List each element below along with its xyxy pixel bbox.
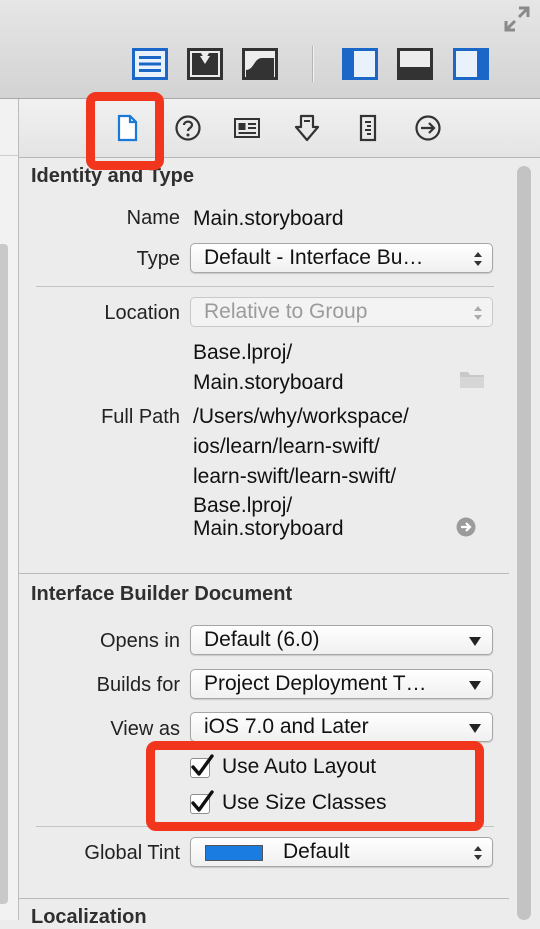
view-as-value: iOS 7.0 and Later (204, 715, 369, 738)
inspector-scrollbar[interactable] (514, 160, 534, 920)
updown-arrows-icon (474, 252, 482, 266)
identity-divider (36, 286, 494, 287)
section-divider (19, 573, 509, 574)
identity-inspector-icon[interactable] (233, 114, 261, 142)
location-popup[interactable]: Relative to Group (190, 297, 493, 327)
full-path-line-3: learn-swift/learn-swift/ (193, 465, 397, 488)
navigator-toggle-icon[interactable] (342, 48, 378, 80)
editor-edge-divider (0, 155, 18, 156)
builds-for-label: Builds for (96, 674, 180, 696)
editor-edge (0, 99, 19, 920)
builds-for-value: Project Deployment T… (204, 672, 427, 695)
quick-help-icon[interactable] (174, 114, 202, 142)
global-tint-popup[interactable]: Default (190, 837, 493, 867)
global-tint-label: Global Tint (84, 842, 180, 864)
reveal-arrow-icon[interactable] (456, 517, 476, 537)
chevron-down-icon (469, 681, 481, 690)
toolbar-separator (312, 46, 313, 82)
editor-scrollbar[interactable] (0, 244, 8, 904)
ib-document-section-title: Interface Builder Document (31, 583, 293, 605)
checkbox-highlight (146, 741, 484, 831)
location-path-line-1: Base.lproj/ (193, 341, 293, 364)
version-editor-icon[interactable] (242, 48, 278, 80)
type-value: Default - Interface Bu… (204, 246, 424, 269)
fullscreen-icon[interactable] (502, 4, 532, 34)
size-inspector-icon[interactable] (354, 114, 382, 142)
updown-arrows-icon (474, 306, 482, 320)
view-as-label: View as (110, 718, 180, 740)
connections-inspector-icon[interactable] (414, 114, 442, 142)
full-path-line-2: ios/learn/learn-swift/ (193, 435, 380, 458)
debug-area-toggle-icon[interactable] (397, 48, 433, 80)
localization-section-title: Localization (31, 906, 147, 928)
full-path-line-5: Main.storyboard (193, 517, 344, 540)
folder-icon[interactable] (459, 369, 485, 389)
location-value: Relative to Group (204, 300, 368, 323)
chevron-down-icon (469, 637, 481, 646)
file-inspector-highlight (86, 92, 164, 170)
full-path-label: Full Path (101, 406, 180, 428)
full-path-line-1: /Users/why/workspace/ (193, 405, 409, 428)
attributes-inspector-icon[interactable] (293, 114, 321, 142)
section-divider (19, 898, 509, 899)
updown-arrows-icon (474, 846, 482, 860)
opens-in-label: Opens in (99, 630, 180, 652)
chevron-down-icon (469, 724, 481, 733)
scrollbar-thumb[interactable] (517, 166, 531, 920)
type-label: Type (136, 248, 180, 270)
type-popup[interactable]: Default - Interface Bu… (190, 243, 493, 273)
global-tint-value: Default (283, 840, 350, 863)
opens-in-popup[interactable]: Default (6.0) (190, 625, 493, 655)
tint-color-swatch (205, 845, 263, 861)
opens-in-value: Default (6.0) (204, 628, 320, 651)
window-toolbar (0, 0, 540, 99)
view-as-popup[interactable]: iOS 7.0 and Later (190, 712, 493, 742)
location-path-line-2: Main.storyboard (193, 371, 344, 394)
location-label: Location (104, 302, 180, 324)
assistant-editor-icon[interactable] (187, 48, 223, 80)
name-value: Main.storyboard (193, 207, 344, 230)
builds-for-popup[interactable]: Project Deployment T… (190, 669, 493, 699)
standard-editor-icon[interactable] (132, 48, 168, 80)
name-label: Name (126, 207, 180, 229)
utilities-toggle-icon[interactable] (453, 48, 489, 80)
